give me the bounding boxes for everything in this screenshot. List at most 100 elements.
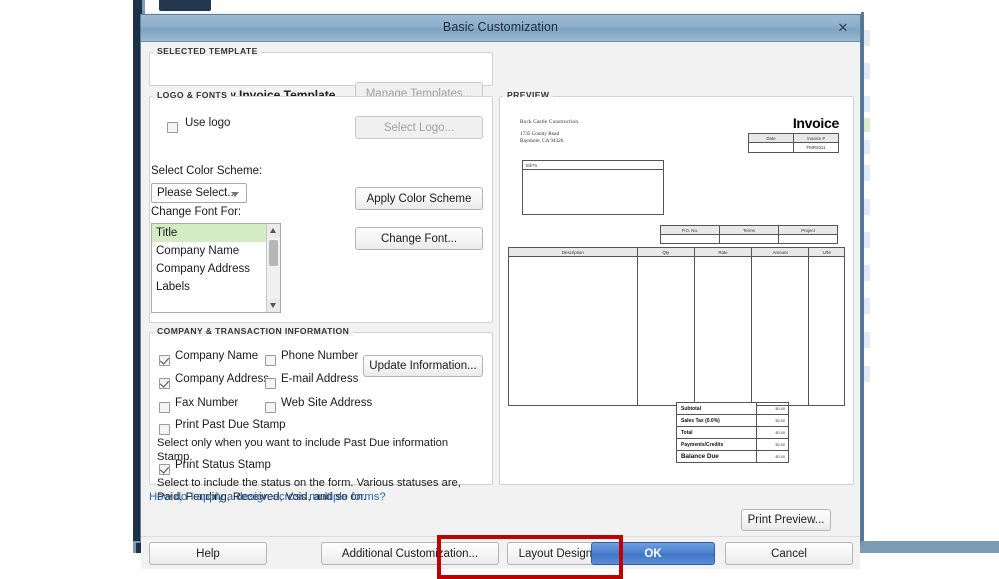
update-information-button[interactable]: Update Information... xyxy=(363,355,483,377)
preview-um-cell xyxy=(808,256,845,406)
company-address-label: Company Address xyxy=(175,373,269,385)
preview-sales-tax-label: Sales Tax (0.0%) xyxy=(676,414,757,427)
selected-template-legend: SELECTED TEMPLATE xyxy=(153,46,262,56)
preview-company-address: 1735 County Road Bayshore, CA 94326 xyxy=(520,131,563,144)
background-row-ghost xyxy=(864,298,870,314)
preview-amount-header: Amount xyxy=(751,247,810,257)
preview-sales-tax-amount: $0.00 xyxy=(756,414,789,427)
change-font-button[interactable]: Change Font... xyxy=(355,227,483,250)
preview-company-name: Rock Castle Construction xyxy=(520,119,579,125)
listbox-scrollbar[interactable] xyxy=(266,224,280,312)
background-row-ghost xyxy=(864,199,870,215)
dialog-body: SELECTED TEMPLATE Copy of: New Invoice T… xyxy=(141,42,860,579)
preview-project-value xyxy=(778,234,838,244)
print-preview-button[interactable]: Print Preview... xyxy=(741,509,831,531)
preview-bill-to-body xyxy=(522,169,664,215)
background-row-ghost xyxy=(864,332,870,348)
preview-address-line2: Bayshore, CA 94326 xyxy=(520,137,564,144)
change-font-for-label: Change Font For: xyxy=(151,206,242,218)
scrollbar-thumb[interactable] xyxy=(269,240,278,266)
select-color-scheme-label: Select Color Scheme: xyxy=(151,165,263,177)
preview-invoice-no-value: FMR2011 xyxy=(793,142,839,153)
company-transaction-legend: COMPANY & TRANSACTION INFORMATION xyxy=(153,326,354,336)
preview-rate-cell xyxy=(693,256,753,406)
preview-subtotal-amount: $0.00 xyxy=(756,402,789,415)
preview-terms-header: Terms xyxy=(719,225,779,235)
web-site-address-checkbox[interactable] xyxy=(265,402,276,413)
preview-payments-label: Payments/Credits xyxy=(676,438,757,451)
preview-bill-to-label: Bill To xyxy=(522,160,664,170)
print-past-due-stamp-checkbox[interactable] xyxy=(159,424,170,435)
preview-invoice-title: Invoice xyxy=(792,115,839,131)
table-row: Total $0.00 xyxy=(676,426,789,439)
design-across-forms-link[interactable]: How do I apply a design across multiple … xyxy=(149,491,386,503)
preview-qty-cell xyxy=(636,256,695,406)
scroll-down-icon[interactable] xyxy=(267,299,280,312)
preview-line-items-table: Description Qty Rate Amount U/M xyxy=(508,247,845,406)
preview-balance-due-amount: $0.00 xyxy=(756,450,789,463)
preview-payments-amount: $0.00 xyxy=(756,438,789,451)
preview-amount-cell xyxy=(751,256,810,406)
select-logo-button[interactable]: Select Logo... xyxy=(355,116,483,139)
use-logo-label: Use logo xyxy=(185,117,231,129)
phone-number-checkbox[interactable] xyxy=(265,355,276,366)
preview-po-no-value xyxy=(660,234,720,244)
change-font-listbox[interactable]: Title Company Name Company Address Label… xyxy=(151,223,281,313)
color-scheme-select[interactable]: Please Select.. xyxy=(151,183,247,203)
table-row: Balance Due $0.00 xyxy=(676,450,789,463)
table-row: Sales Tax (0.0%) $0.00 xyxy=(676,414,789,427)
preview-bill-to-table: Bill To xyxy=(522,160,664,215)
preview-balance-due-label: Balance Due xyxy=(676,450,757,463)
scroll-up-icon[interactable] xyxy=(267,224,280,237)
preview-invoice-no-header: Invoice # xyxy=(793,133,839,143)
preview-total-label: Total xyxy=(676,426,757,439)
preview-address-line1: 1735 County Road xyxy=(520,131,560,137)
list-item[interactable]: Title xyxy=(152,224,280,242)
dialog-title: Basic Customization xyxy=(442,20,559,34)
preview-subtotal-label: Subtotal xyxy=(676,402,757,415)
company-address-checkbox[interactable] xyxy=(159,378,170,389)
basic-customization-dialog: Basic Customization ✕ SELECTED TEMPLATE … xyxy=(140,14,861,579)
preview-po-no-header: P.O. No. xyxy=(660,225,720,235)
list-item[interactable]: Company Name xyxy=(152,242,280,260)
email-address-label: E-mail Address xyxy=(281,373,359,385)
company-name-checkbox[interactable] xyxy=(159,355,170,366)
chevron-down-icon xyxy=(231,192,239,197)
web-site-address-label: Web Site Address xyxy=(281,397,373,409)
email-address-checkbox[interactable] xyxy=(265,378,276,389)
preview-date-table: Date Invoice # FMR2011 xyxy=(748,133,839,153)
background-row-ghost xyxy=(864,265,870,281)
preview-rate-header: Rate xyxy=(693,247,753,257)
selected-template-group xyxy=(149,52,493,86)
preview-totals-table: Subtotal $0.00 Sales Tax (0.0%) $0.00 To… xyxy=(676,402,789,463)
logo-fonts-legend: LOGO & FONTS xyxy=(153,90,232,100)
table-row: Payments/Credits $0.00 xyxy=(676,438,789,451)
screen: Basic Customization ✕ SELECTED TEMPLATE … xyxy=(0,0,999,579)
table-row xyxy=(508,256,845,406)
fax-number-label: Fax Number xyxy=(175,397,239,409)
invoice-preview: Rock Castle Construction 1735 County Roa… xyxy=(500,97,853,484)
company-name-label: Company Name xyxy=(175,350,259,362)
close-icon[interactable]: ✕ xyxy=(834,19,852,37)
preview-description-header: Description xyxy=(508,247,638,257)
table-row: Subtotal $0.00 xyxy=(676,402,789,415)
color-scheme-value: Please Select.. xyxy=(157,187,234,199)
fax-number-checkbox[interactable] xyxy=(159,402,170,413)
list-item[interactable]: Company Address xyxy=(152,260,280,278)
print-status-stamp-checkbox[interactable] xyxy=(159,464,170,475)
background-row-ghost xyxy=(864,232,870,248)
background-row-ghost-selected xyxy=(864,118,870,132)
preview-description-cell xyxy=(508,256,638,406)
apply-color-scheme-button[interactable]: Apply Color Scheme xyxy=(355,187,483,210)
background-window-tab xyxy=(159,0,211,11)
background-row-ghost xyxy=(864,96,870,112)
preview-qty-header: Qty xyxy=(636,247,695,257)
preview-date-value xyxy=(748,142,794,153)
phone-number-label: Phone Number xyxy=(281,350,359,362)
preview-project-header: Project xyxy=(778,225,838,235)
preview-date-header: Date xyxy=(748,133,794,143)
background-row-ghost xyxy=(864,140,870,154)
preview-terms-table: P.O. No. Terms Project xyxy=(660,225,838,244)
list-item[interactable]: Labels xyxy=(152,278,280,296)
use-logo-checkbox[interactable] xyxy=(167,122,178,133)
